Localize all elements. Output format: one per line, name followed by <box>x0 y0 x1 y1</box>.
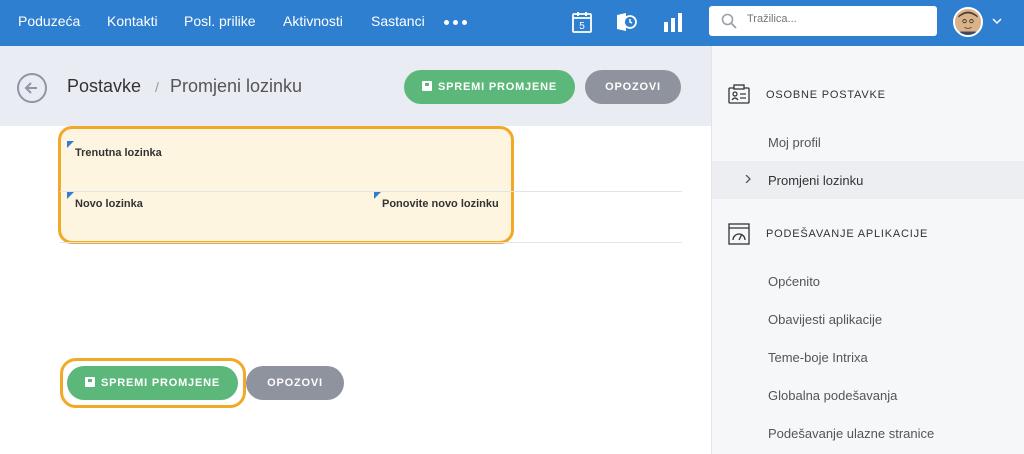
cancel-button-top-label: OPOZOVI <box>605 81 661 93</box>
current-password-input[interactable] <box>75 166 675 184</box>
page-title: Promjeni lozinku <box>170 76 303 96</box>
search-box[interactable] <box>709 6 937 36</box>
calendar-icon[interactable]: 5 <box>570 10 594 34</box>
field-corner-marker <box>67 141 74 148</box>
back-arrow-icon <box>24 82 37 94</box>
user-face-icon <box>955 9 981 35</box>
save-button-bottom-label: SPREMI PROMJENE <box>101 377 220 389</box>
repeat-password-input[interactable] <box>382 216 672 234</box>
nav-sastanci[interactable]: Sastanci <box>371 13 425 29</box>
sidebar-item-global-settings[interactable]: Globalna podešavanja <box>768 388 897 403</box>
save-icon <box>85 377 96 387</box>
new-password-label: Novo lozinka <box>75 198 143 210</box>
chevron-down-icon[interactable] <box>992 16 1002 26</box>
id-card-icon <box>728 84 750 104</box>
activity-clock-icon[interactable] <box>614 10 638 34</box>
nav-kontakti[interactable]: Kontakti <box>107 13 158 29</box>
field-corner-marker <box>374 192 381 199</box>
sidebar-item-themes[interactable]: Teme-boje Intrixa <box>768 350 868 365</box>
search-input[interactable] <box>747 13 927 25</box>
back-button[interactable] <box>17 73 47 103</box>
save-icon <box>422 81 433 91</box>
cancel-button-bottom[interactable]: OPOZOVI <box>246 366 344 400</box>
divider <box>60 242 682 243</box>
save-button-top[interactable]: SPREMI PROMJENE <box>404 70 575 104</box>
cancel-button-top[interactable]: OPOZOVI <box>585 70 681 104</box>
calendar-day-number: 5 <box>579 21 585 32</box>
current-password-label: Trenutna lozinka <box>75 147 162 159</box>
cancel-button-bottom-label: OPOZOVI <box>267 377 323 389</box>
sidebar-item-general[interactable]: Općenito <box>768 274 820 289</box>
breadcrumb-settings[interactable]: Postavke <box>67 76 141 97</box>
sidebar-item-change-password[interactable] <box>712 161 1024 199</box>
sidebar-item-change-password-label[interactable]: Promjeni lozinku <box>768 173 863 188</box>
nav-aktivnosti[interactable]: Aktivnosti <box>283 13 343 29</box>
search-icon <box>721 13 737 29</box>
sidebar-item-app-notifications[interactable]: Obavijesti aplikacije <box>768 312 882 327</box>
save-button-top-label: SPREMI PROMJENE <box>438 81 557 93</box>
sidebar-item-landing-page[interactable]: Podešavanje ulazne stranice <box>768 426 934 441</box>
page-header: Postavke / Promjeni lozinku SPREMI PROMJ… <box>0 46 711 126</box>
nav-poduzeca[interactable]: Poduzeća <box>18 13 80 29</box>
section-app-settings: PODEŠAVANJE APLIKACIJE <box>766 228 929 240</box>
field-corner-marker <box>67 192 74 199</box>
gauge-window-icon <box>728 223 750 245</box>
nav-poslovne-prilike[interactable]: Posl. prilike <box>184 13 256 29</box>
sidebar-item-my-profile[interactable]: Moj profil <box>768 135 821 150</box>
bar-chart-icon[interactable] <box>661 10 685 34</box>
top-navigation-bar: Poduzeća Kontakti Posl. prilike Aktivnos… <box>0 0 1024 46</box>
save-button-bottom[interactable]: SPREMI PROMJENE <box>67 366 238 400</box>
more-menu-icon[interactable] <box>444 20 468 26</box>
new-password-input[interactable] <box>75 216 365 234</box>
chevron-right-icon <box>745 175 751 183</box>
divider <box>60 191 682 192</box>
settings-sidebar: OSOBNE POSTAVKE Moj profil Promjeni lozi… <box>711 46 1024 454</box>
avatar[interactable] <box>953 7 983 37</box>
repeat-password-label: Ponovite novo lozinku <box>382 198 499 210</box>
section-personal-settings: OSOBNE POSTAVKE <box>766 89 886 101</box>
breadcrumb-separator: / <box>155 79 159 95</box>
